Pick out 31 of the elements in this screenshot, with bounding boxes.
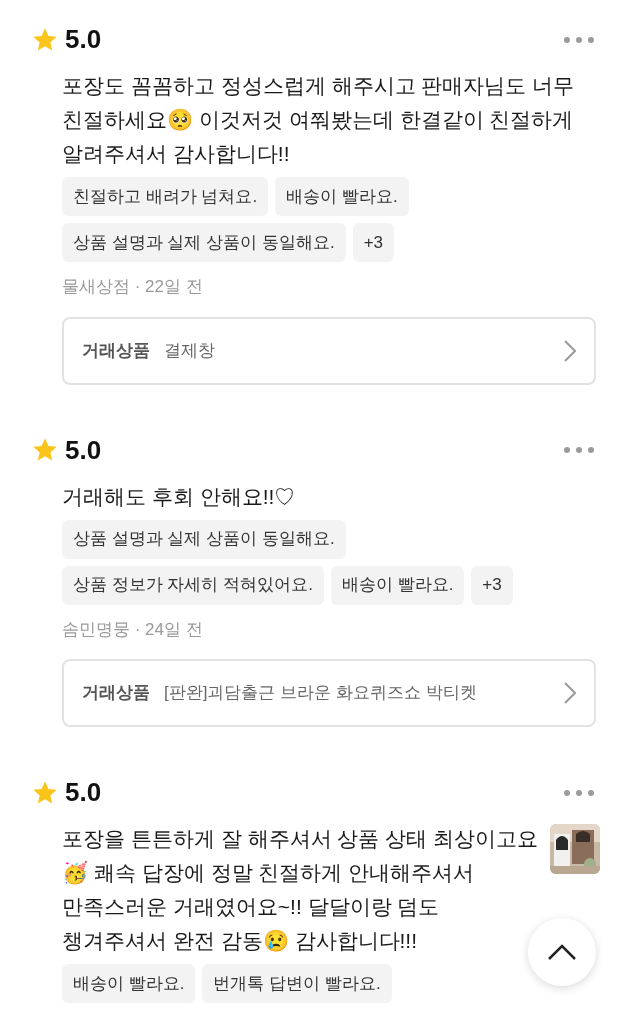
traded-item-name: 결제창 [164,339,216,362]
review-tag: 배송이 빨라요. [62,964,196,1003]
review-tag: 친절하고 배려가 넘쳐요. [62,177,269,216]
review-tag: +3 [471,565,513,605]
review-text: 거래해도 후회 안해요!!♡ [62,483,296,510]
review-text: 포장도 꼼꼼하고 정성스럽게 해주시고 판매자님도 너무 친절하세요🥺 이것저것 여쭤봤는데 한결같이 친절하게 알려주셔서 감사합니다!! [62,73,575,167]
traded-item-name: [판완]괴담출근 브라운 화요퀴즈쇼 박티켓 [164,682,478,705]
chevron-up-icon [548,944,576,960]
rating-score: 5.0 [65,433,102,467]
scroll-to-top-button[interactable] [528,918,596,986]
review-meta: 물새상점 · 22일 전 [61,276,204,298]
review-tag: 번개톡 답변이 빨라요. [202,964,392,1003]
traded-item-label: 거래상품 [82,339,150,362]
review-tag: 배송이 빨라요. [330,565,465,605]
more-options-icon[interactable] [563,788,595,797]
review-tag: 배송이 빨라요. [275,177,409,216]
review-tag: 상품 설명과 실제 상품이 동일해요. [62,223,346,262]
chevron-right-icon [564,682,576,704]
review-meta: 솜민명뭉 · 24일 전 [61,618,204,641]
traded-item-card[interactable]: 거래상품 [판완]괴담출근 브라운 화요퀴즈쇼 박티켓 [62,659,596,727]
traded-item-card[interactable]: 거래상품 결제창 [62,316,596,385]
more-options-icon[interactable] [563,35,595,44]
rating-score: 5.0 [65,23,102,56]
rating-score: 5.0 [65,776,102,809]
review-text: 포장을 튼튼하게 잘 해주셔서 상품 상태 최상이고요 🥳 쾌속 답장에 정말 친절하게 안내해주셔서 만족스러운 거래였어요~!! 달달이랑 덤도 챙겨주셔서 완전 감동😢 감사합니다!!! [62,826,538,954]
review-tag: 상품 정보가 자세히 적혀있어요. [62,565,324,605]
review-tag: +3 [352,223,394,262]
more-options-icon[interactable] [563,446,595,454]
review-tag: 상품 설명과 실제 상품이 동일해요. [62,519,346,559]
traded-item-label: 거래상품 [82,682,150,705]
chevron-right-icon [564,339,576,362]
